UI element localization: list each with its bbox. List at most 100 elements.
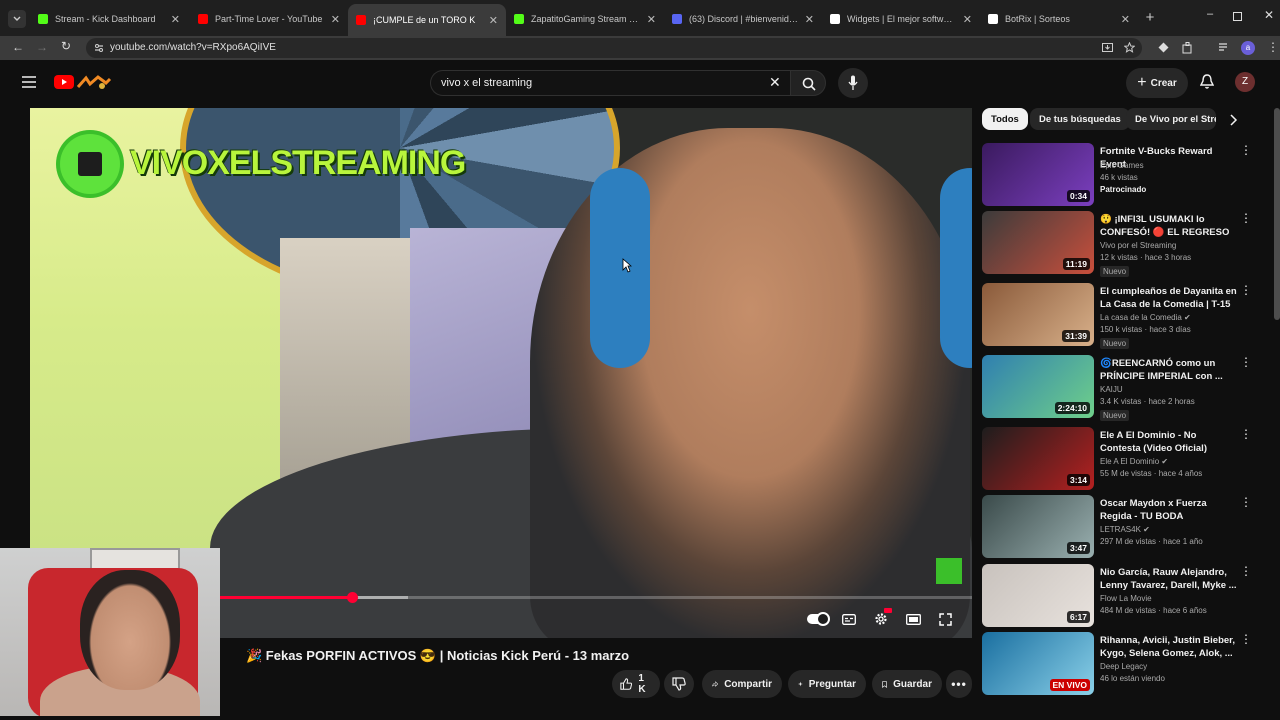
video-thumbnail[interactable]: 3:14 — [982, 427, 1094, 490]
chip-de-vivo-por-el-streaming[interactable]: De Vivo por el Strea — [1126, 108, 1216, 130]
recommendation-item[interactable]: 11:19 😲 ¡INFI3L USUMAKI lo CONFESÓ! 🔴 EL … — [982, 211, 1262, 277]
hamburger-menu-icon[interactable] — [22, 76, 36, 88]
settings-button[interactable] — [870, 608, 892, 628]
browser-menu-icon[interactable]: ⋮ — [1267, 39, 1279, 55]
channel-watermark-icon[interactable] — [936, 558, 962, 584]
video-thumbnail[interactable]: 31:39 — [982, 283, 1094, 346]
recommendation-channel[interactable]: La casa de la Comedia ✔ — [1100, 313, 1191, 322]
more-options-icon[interactable]: ⋮ — [1240, 565, 1252, 577]
browser-tab[interactable]: Widgets | El mejor software pa ✕ — [822, 6, 980, 32]
theater-mode-button[interactable] — [902, 610, 924, 628]
chip-de-tus-busquedas[interactable]: De tus búsquedas — [1030, 108, 1130, 130]
youtube-logo[interactable] — [54, 75, 112, 91]
autoplay-toggle[interactable] — [806, 610, 830, 628]
extension-icon[interactable] — [1158, 42, 1169, 53]
chip-todos[interactable]: Todos — [982, 108, 1028, 130]
save-button[interactable]: Guardar — [872, 670, 942, 698]
minimize-button[interactable]: – — [1203, 8, 1217, 22]
recommendation-title[interactable]: Nio García, Rauw Alejandro, Lenny Tavare… — [1100, 566, 1238, 592]
recommendation-title[interactable]: 😲 ¡INFI3L USUMAKI lo CONFESÓ! 🔴 EL REGRE… — [1100, 213, 1238, 239]
tab-close-icon[interactable]: ✕ — [1121, 13, 1130, 26]
video-thumbnail[interactable]: 11:19 — [982, 211, 1094, 274]
media-controls-icon[interactable] — [1218, 42, 1230, 54]
recommendation-item[interactable]: EN VIVO Rihanna, Avicii, Justin Bieber, K… — [982, 632, 1262, 698]
reload-button[interactable]: ↻ — [61, 39, 71, 53]
share-button[interactable]: Compartir — [702, 670, 782, 698]
create-button[interactable]: + Crear — [1126, 68, 1188, 98]
extensions-puzzle-icon[interactable] — [1182, 42, 1194, 54]
tab-search-button[interactable] — [8, 10, 26, 28]
browser-tab[interactable]: ZapatitoGaming Stream - Watc ✕ — [506, 6, 664, 32]
more-options-icon[interactable]: ⋮ — [1240, 284, 1252, 296]
more-options-icon[interactable]: ⋮ — [1240, 428, 1252, 440]
browser-tab[interactable]: (63) Discord | #bienvenido🔥 | ✕ — [664, 6, 822, 32]
video-thumbnail[interactable]: 2:24:10 — [982, 355, 1094, 418]
recommendation-channel[interactable]: Ele A El Dominio ✔ — [1100, 457, 1168, 466]
tab-close-icon[interactable]: ✕ — [171, 13, 180, 26]
video-thumbnail[interactable]: 0:34 — [982, 143, 1094, 206]
voice-search-button[interactable] — [838, 68, 868, 98]
recommendation-title[interactable]: El cumpleaños de Dayanita en La Casa de … — [1100, 285, 1238, 311]
recommendation-channel[interactable]: Epic Games — [1100, 161, 1144, 170]
more-options-icon[interactable]: ⋮ — [1240, 496, 1252, 508]
recommendation-item[interactable]: 31:39 El cumpleaños de Dayanita en La Cas… — [982, 283, 1262, 349]
recommendation-channel[interactable]: Deep Legacy — [1100, 662, 1147, 671]
bookmark-star-icon[interactable] — [1124, 42, 1135, 53]
progress-bar[interactable] — [220, 592, 972, 603]
restore-button[interactable] — [1233, 12, 1242, 21]
browser-tab[interactable]: Stream - Kick Dashboard ✕ — [30, 6, 188, 32]
install-app-icon[interactable] — [1102, 43, 1113, 53]
browser-tab[interactable]: Part-Time Lover - YouTube ✕ — [190, 6, 348, 32]
more-options-icon[interactable]: ⋮ — [1240, 633, 1252, 645]
close-window-button[interactable]: ✕ — [1262, 8, 1276, 22]
recommendation-channel[interactable]: Flow La Movie — [1100, 594, 1152, 603]
video-headset-right — [940, 168, 972, 368]
ask-button[interactable]: Preguntar — [788, 670, 866, 698]
progress-scrubber-handle[interactable] — [346, 592, 358, 603]
more-options-icon[interactable]: ⋮ — [1240, 144, 1252, 156]
search-button[interactable] — [790, 70, 826, 96]
recommendation-item[interactable]: 3:14 Ele A El Dominio - No Contesta (Vide… — [982, 427, 1262, 493]
scrollbar-thumb[interactable] — [1274, 108, 1280, 320]
tab-close-icon[interactable]: ✕ — [331, 13, 340, 26]
site-settings-icon[interactable] — [94, 43, 104, 53]
recommendation-title[interactable]: Ele A El Dominio - No Contesta (Video Of… — [1100, 429, 1238, 455]
webcam-streamer-head — [80, 570, 180, 690]
new-tab-button[interactable]: + — [1142, 10, 1158, 26]
tab-close-icon[interactable]: ✕ — [647, 13, 656, 26]
address-bar[interactable]: youtube.com/watch?v=RXpo6AQiIVE — [86, 38, 1142, 58]
fullscreen-button[interactable] — [934, 610, 956, 628]
tab-close-icon[interactable]: ✕ — [963, 13, 972, 26]
recommendation-title[interactable]: 🌀REENCARNÓ como un PRÍNCIPE IMPERIAL con… — [1100, 357, 1238, 383]
like-button[interactable]: 1 K — [612, 670, 660, 698]
more-options-icon[interactable]: ⋮ — [1240, 356, 1252, 368]
recommendation-channel[interactable]: KAIJU — [1100, 385, 1123, 394]
forward-button[interactable]: → — [36, 40, 48, 54]
subtitles-button[interactable] — [838, 610, 860, 628]
search-input[interactable]: vivo x el streaming ✕ — [430, 70, 790, 96]
video-thumbnail[interactable]: 3:47 — [982, 495, 1094, 558]
tab-close-icon[interactable]: ✕ — [805, 13, 814, 26]
recommendation-channel[interactable]: LETRAS4K ✔ — [1100, 525, 1150, 534]
more-actions-button[interactable]: ••• — [946, 670, 972, 698]
more-options-icon[interactable]: ⋮ — [1240, 212, 1252, 224]
video-thumbnail[interactable]: 6:17 — [982, 564, 1094, 627]
recommendation-title[interactable]: Rihanna, Avicii, Justin Bieber, Kygo, Se… — [1100, 634, 1238, 660]
notifications-bell-icon[interactable] — [1200, 74, 1214, 90]
browser-tab[interactable]: ¡CUMPLE de un TORO K ✕ — [348, 4, 506, 36]
tab-close-icon[interactable]: ✕ — [489, 14, 498, 27]
recommendation-item[interactable]: 2:24:10 🌀REENCARNÓ como un PRÍNCIPE IMPER… — [982, 355, 1262, 421]
recommendation-item[interactable]: 6:17 Nio García, Rauw Alejandro, Lenny Ta… — [982, 564, 1262, 630]
video-thumbnail[interactable]: EN VIVO — [982, 632, 1094, 695]
recommendation-title[interactable]: Oscar Maydon x Fuerza Regida - TU BODA — [1100, 497, 1238, 523]
recommendation-channel[interactable]: Vivo por el Streaming — [1100, 241, 1176, 250]
profile-avatar[interactable]: a — [1241, 41, 1255, 55]
recommendation-item[interactable]: 0:34 Fortnite V-Bucks Reward Event Epic Ga… — [982, 143, 1262, 209]
recommendation-item[interactable]: 3:47 Oscar Maydon x Fuerza Regida - TU BO… — [982, 495, 1262, 561]
back-button[interactable]: ← — [12, 40, 24, 54]
chevron-right-icon[interactable] — [1230, 114, 1238, 126]
clear-search-icon[interactable]: ✕ — [769, 74, 781, 91]
dislike-button[interactable] — [664, 670, 694, 698]
account-avatar[interactable]: Z — [1235, 72, 1255, 92]
browser-tab[interactable]: BotRix | Sorteos ✕ — [980, 6, 1138, 32]
